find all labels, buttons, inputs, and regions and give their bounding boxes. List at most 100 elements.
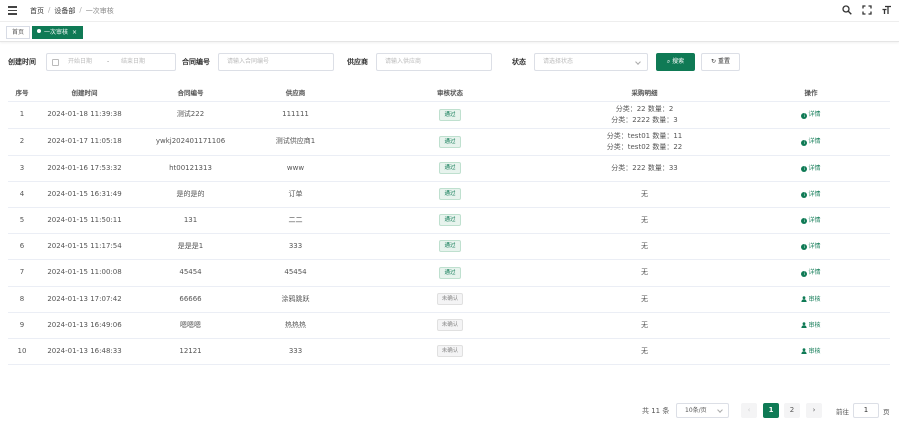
status-badge: 通过 xyxy=(439,188,461,200)
col-header-actions: 操作 xyxy=(732,83,890,102)
tags-view: 首页 一次审核 × xyxy=(0,22,899,42)
search-button-label: 搜索 xyxy=(672,58,685,65)
purchase-detail-line: 分类：22 数量：2 xyxy=(615,104,674,113)
purchase-detail-line: 无 xyxy=(641,268,648,276)
tag-first-review[interactable]: 一次审核 × xyxy=(32,26,84,39)
cell-supplier: 二二 xyxy=(248,207,343,234)
action-label: 详情 xyxy=(808,111,821,118)
purchase-detail-line: 无 xyxy=(641,294,648,303)
detail-link[interactable]: i 详情 xyxy=(801,216,821,224)
contract-no-input[interactable]: 请输入合同编号 xyxy=(218,53,334,71)
detail-link[interactable]: i 详情 xyxy=(801,243,821,250)
table-header-row: 序号 创建时间 合同编号 供应商 审核状态 采购明细 操作 xyxy=(8,83,890,102)
table-row: 3 2024-01-16 17:53:32 ht00121313 www 通过 分类：22… xyxy=(8,155,890,182)
info-icon: i xyxy=(801,244,808,250)
tag-first-review-label: 一次审核 xyxy=(44,29,69,36)
breadcrumb-item-dept[interactable]: 设备部 xyxy=(54,6,75,16)
range-separator: - xyxy=(107,58,110,65)
cell-no: 10 xyxy=(8,338,36,365)
table-row: 5 2024-01-15 11:50:11 131 二二 通过 无 i 详情 xyxy=(8,207,890,234)
action-label: 审核 xyxy=(808,321,821,329)
goto-suffix: 页 xyxy=(883,408,890,416)
cell-purchase-details: 分类：222 数量：33 xyxy=(557,155,732,182)
cell-no: 6 xyxy=(8,233,36,260)
page-button-1[interactable]: 1 xyxy=(763,403,779,418)
col-header-created-time: 创建时间 xyxy=(36,83,133,102)
fullscreen-icon[interactable] xyxy=(861,4,873,16)
review-link[interactable]: 审核 xyxy=(801,296,821,303)
cell-actions: i 详情 xyxy=(732,155,890,182)
goto-page-input[interactable]: 1 xyxy=(853,403,879,418)
supplier-input[interactable]: 请输入供应商 xyxy=(376,53,492,71)
cell-purchase-details: 无 xyxy=(557,259,732,287)
detail-link[interactable]: i 详情 xyxy=(801,269,821,277)
cell-actions: i 详情 xyxy=(732,128,890,156)
supplier-label: 供应商 xyxy=(347,58,368,66)
person-icon xyxy=(801,321,808,328)
purchase-detail-line: 无 xyxy=(641,215,648,224)
cell-actions: 审核 xyxy=(732,312,890,339)
cell-supplier: 涂鸦跳跃 xyxy=(248,286,343,313)
cell-created-time: 2024-01-15 11:50:11 xyxy=(36,207,133,234)
status-badge: 通过 xyxy=(439,214,461,226)
purchase-detail-line: 分类：test01 数量：11 xyxy=(606,131,683,140)
col-header-purchase-details: 采购明细 xyxy=(557,83,732,102)
cell-actions: i 详情 xyxy=(732,101,890,129)
detail-link[interactable]: i 详情 xyxy=(801,111,821,119)
prev-page-button[interactable]: ‹ xyxy=(741,403,757,418)
created-time-label: 创建时间 xyxy=(8,58,36,66)
cell-actions: i 详情 xyxy=(732,181,890,208)
table-row: 10 2024-01-13 16:48:33 12121 333 未确认 无 审核 xyxy=(8,338,890,365)
col-header-review-status: 审核状态 xyxy=(343,83,557,102)
status-select[interactable]: 请选择状态 xyxy=(534,53,648,71)
reset-button[interactable]: ↻ 重置 xyxy=(701,53,740,71)
info-icon: i xyxy=(801,218,808,224)
cell-created-time: 2024-01-17 11:05:18 xyxy=(36,128,133,156)
page-button-2[interactable]: 2 xyxy=(784,403,800,418)
review-link[interactable]: 审核 xyxy=(801,321,821,329)
tag-home[interactable]: 首页 xyxy=(6,26,31,39)
cell-contract-no: 是是是1 xyxy=(133,233,248,260)
action-label: 详情 xyxy=(808,164,821,172)
cell-no: 7 xyxy=(8,259,36,287)
font-size-icon[interactable] xyxy=(881,4,893,16)
review-link[interactable]: 审核 xyxy=(801,348,821,355)
breadcrumb: 首页 / 设备部 / 一次审核 xyxy=(30,6,114,16)
chevron-down-icon xyxy=(635,59,641,65)
top-navbar: 首页 / 设备部 / 一次审核 xyxy=(0,0,899,22)
table-row: 8 2024-01-13 17:07:42 66666 涂鸦跳跃 未确认 无 审核 xyxy=(8,286,890,313)
purchase-detail-line: 分类：test02 数量：22 xyxy=(606,142,683,151)
next-page-button[interactable]: › xyxy=(806,403,822,418)
search-icon[interactable] xyxy=(841,4,853,16)
table-row: 6 2024-01-15 11:17:54 是是是1 333 通过 无 i 详情 xyxy=(8,233,890,260)
breadcrumb-item-home[interactable]: 首页 xyxy=(30,6,44,16)
action-label: 详情 xyxy=(808,190,821,198)
close-icon[interactable]: × xyxy=(72,29,77,36)
cell-contract-no: 131 xyxy=(133,207,248,234)
cell-purchase-details: 无 xyxy=(557,286,732,313)
table-row: 7 2024-01-15 11:00:08 45454 45454 通过无 i 详情 xyxy=(8,259,890,287)
purchase-detail-line: 无 xyxy=(641,346,648,355)
detail-link[interactable]: i 详情 xyxy=(801,190,821,198)
status-badge: 未确认 xyxy=(436,293,464,305)
action-label: 详情 xyxy=(808,216,821,224)
cell-created-time: 2024-01-15 11:00:08 xyxy=(36,259,133,287)
cell-review-status: 通过 xyxy=(343,101,557,129)
cell-created-time: 2024-01-13 17:07:42 xyxy=(36,286,133,313)
menu-toggle-icon[interactable] xyxy=(8,6,17,15)
page-size-select[interactable]: 10条/页 xyxy=(676,403,729,418)
search-button[interactable]: ⌕ 搜索 xyxy=(656,53,695,71)
info-icon: i xyxy=(801,270,808,277)
cell-review-status: 通过 xyxy=(343,155,557,182)
date-range-picker[interactable]: 开始日期 - 结束日期 xyxy=(46,53,176,71)
info-icon: i xyxy=(801,192,808,198)
cell-supplier: 333 xyxy=(248,233,343,260)
purchase-detail-line: 分类：2222 数量：3 xyxy=(611,115,678,124)
chevron-down-icon xyxy=(717,407,723,413)
action-label: 详情 xyxy=(808,138,821,145)
detail-link[interactable]: i 详情 xyxy=(801,164,821,172)
cell-purchase-details: 无 xyxy=(557,207,732,234)
cell-review-status: 通过 xyxy=(343,233,557,260)
detail-link[interactable]: i 详情 xyxy=(801,138,821,146)
cell-purchase-details: 无 xyxy=(557,312,732,339)
